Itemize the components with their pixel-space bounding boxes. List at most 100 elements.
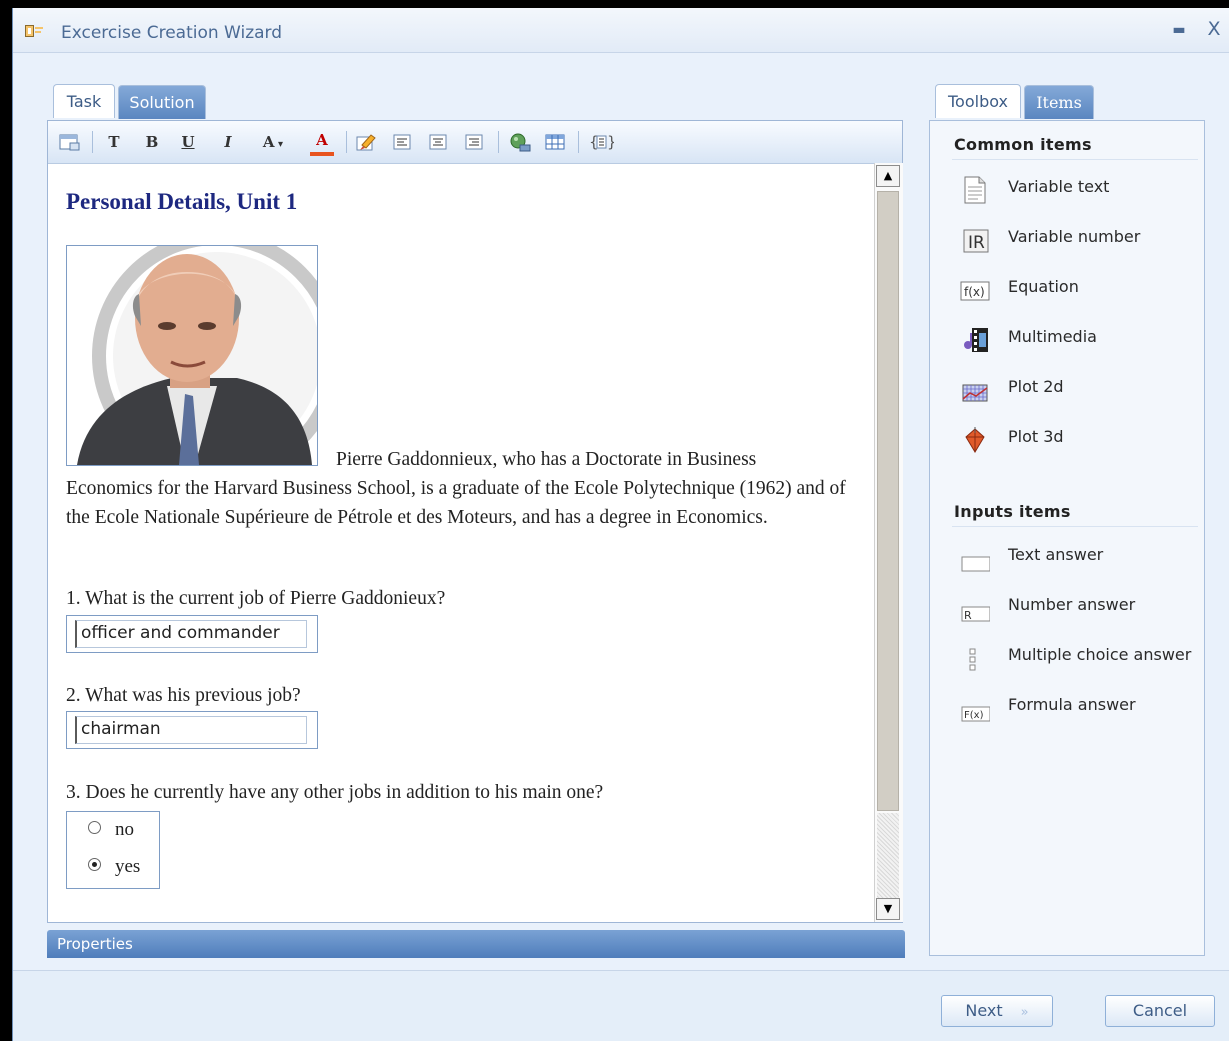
tool-number-answer[interactable]: R Number answer: [960, 591, 1200, 625]
tool-label: Variable text: [1008, 177, 1110, 196]
wizard-window: Excercise Creation Wizard ▬ X Task Solut…: [12, 8, 1229, 1041]
tab-items[interactable]: Items: [1024, 85, 1094, 119]
radio-option-no[interactable]: no: [88, 819, 134, 841]
toolbar-separator: [92, 131, 93, 153]
next-button[interactable]: Next »: [941, 995, 1053, 1027]
formula-field-icon: F(x): [961, 706, 990, 722]
wizard-footer: Next » Cancel: [13, 970, 1229, 1041]
tool-label: Equation: [1008, 277, 1079, 296]
tool-label: Plot 3d: [1008, 427, 1064, 446]
intro-paragraph: Pierre Gaddonnieux, who has a Doctorate …: [66, 445, 866, 532]
answer-input-2[interactable]: chairman: [75, 716, 307, 744]
source-code-icon[interactable]: {}: [588, 132, 614, 152]
radio-button-yes[interactable]: [88, 858, 101, 872]
tool-label: Formula answer: [1008, 695, 1136, 714]
tool-variable-number[interactable]: IR Variable number: [960, 223, 1200, 257]
chevron-down-icon: ▾: [274, 139, 284, 150]
formatting-toolbar: T B U I A ▾ A {}: [48, 121, 902, 164]
number-field-icon: R: [961, 606, 990, 622]
answer-input-1[interactable]: officer and commander: [75, 620, 307, 648]
tool-label: Multiple choice answer: [1008, 645, 1192, 664]
scroll-thumb[interactable]: [877, 191, 899, 811]
function-icon: f(x): [960, 281, 990, 301]
align-left-icon[interactable]: [392, 132, 414, 152]
font-size-dropdown[interactable]: A ▾: [256, 132, 290, 152]
tab-task[interactable]: Task: [53, 84, 115, 118]
scroll-down-arrow-icon[interactable]: ▼: [876, 898, 900, 920]
tool-variable-text[interactable]: Variable text: [960, 173, 1200, 207]
intro-first-line: Pierre Gaddonnieux, who has a Doctorate …: [336, 449, 757, 470]
font-color-button[interactable]: A: [310, 132, 334, 156]
tool-plot-2d[interactable]: Plot 2d: [960, 373, 1200, 407]
font-style-icon[interactable]: T: [102, 132, 126, 152]
tool-label: Number answer: [1008, 595, 1136, 614]
svg-text:f(x): f(x): [964, 285, 985, 299]
tool-plot-3d[interactable]: Plot 3d: [960, 423, 1200, 457]
toolbar-separator: [498, 131, 499, 153]
tool-formula-answer[interactable]: F(x) Formula answer: [960, 691, 1200, 725]
document-title: Personal Details, Unit 1: [66, 189, 298, 214]
tool-label: Text answer: [1008, 545, 1104, 564]
insert-table-icon[interactable]: [544, 132, 568, 152]
editor-panel: T B U I A ▾ A {} Personal Details, Unit …: [47, 120, 903, 923]
document-content[interactable]: Personal Details, Unit 1 Pierre Gaddonni…: [48, 163, 874, 922]
svg-text:R: R: [964, 609, 972, 622]
radio-button-no[interactable]: [88, 821, 101, 835]
insert-image-icon[interactable]: [508, 132, 532, 152]
tab-toolbox[interactable]: Toolbox: [935, 84, 1021, 118]
align-center-icon[interactable]: [428, 132, 450, 152]
film-icon: [964, 328, 988, 352]
grid-plot-icon: [962, 384, 988, 402]
underline-button[interactable]: U: [178, 132, 198, 152]
intro-continuation: Economics for the Harvard Business Schoo…: [66, 478, 846, 528]
tool-label: Variable number: [1008, 227, 1141, 246]
bold-button[interactable]: B: [142, 132, 162, 152]
tool-label: Plot 2d: [1008, 377, 1064, 396]
tab-solution[interactable]: Solution: [118, 85, 206, 119]
common-items-heading: Common items: [954, 135, 1092, 154]
app-icon: [25, 25, 43, 37]
toolbar-separator: [346, 131, 347, 153]
portrait-illustration: [67, 246, 317, 465]
radio-label-no: no: [115, 819, 134, 840]
align-right-icon[interactable]: [464, 132, 486, 152]
radio-option-yes[interactable]: yes: [88, 856, 140, 878]
svg-text:IR: IR: [968, 233, 985, 253]
tool-equation[interactable]: f(x) Equation: [960, 273, 1200, 307]
checkbox-list-icon: [969, 648, 976, 671]
tool-multiple-choice-answer[interactable]: Multiple choice answer: [960, 641, 1200, 675]
text-field-icon: [961, 556, 990, 572]
scroll-up-arrow-icon[interactable]: ▲: [876, 165, 900, 187]
tool-multimedia[interactable]: Multimedia: [960, 323, 1200, 357]
insert-box-icon[interactable]: [58, 132, 82, 152]
font-size-label: A: [262, 133, 275, 151]
toolbar-separator: [578, 131, 579, 153]
document-icon: [964, 176, 986, 204]
vertical-scrollbar[interactable]: ▲ ▼: [874, 163, 903, 922]
answer-box-2: chairman: [66, 711, 318, 749]
question-3: 3. Does he currently have any other jobs…: [66, 782, 604, 803]
section-divider: [952, 526, 1198, 527]
svg-text:}: }: [607, 133, 614, 151]
restore-icon[interactable]: ▬: [1171, 22, 1187, 38]
question-1: 1. What is the current job of Pierre Gad…: [66, 588, 446, 609]
3d-plot-icon: [965, 427, 985, 453]
cancel-button[interactable]: Cancel: [1105, 995, 1215, 1027]
highlight-icon[interactable]: [354, 132, 378, 152]
question-2: 2. What was his previous job?: [66, 685, 301, 706]
svg-text:F(x): F(x): [964, 710, 984, 721]
next-arrows-icon: »: [1020, 1005, 1029, 1020]
tool-text-answer[interactable]: Text answer: [960, 541, 1200, 575]
close-icon[interactable]: X: [1205, 20, 1223, 39]
window-title: Excercise Creation Wizard: [61, 23, 283, 43]
scroll-track[interactable]: [877, 813, 899, 901]
inputs-items-heading: Inputs items: [954, 502, 1071, 521]
italic-button[interactable]: I: [218, 132, 238, 152]
properties-panel-header[interactable]: Properties: [47, 930, 905, 958]
radio-label-yes: yes: [115, 856, 141, 877]
tool-label: Multimedia: [1008, 327, 1097, 346]
toolbox-panel: Common items Variable text IR Variable n…: [929, 120, 1205, 956]
real-number-icon: IR: [963, 229, 989, 253]
portrait-image[interactable]: [66, 245, 318, 466]
title-bar: Excercise Creation Wizard ▬ X: [13, 8, 1229, 53]
